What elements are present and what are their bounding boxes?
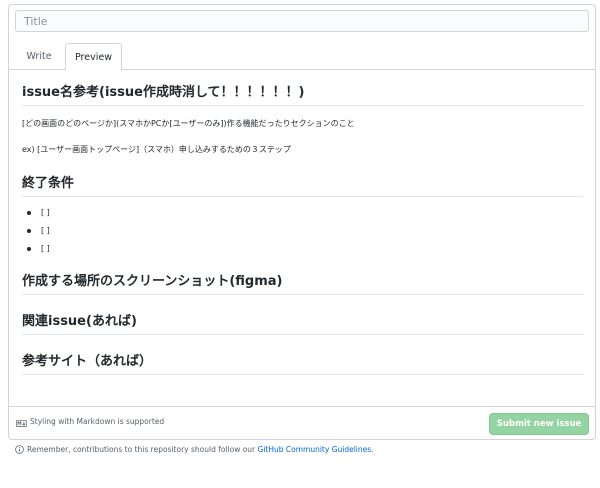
list-item: [ ] bbox=[22, 222, 583, 240]
preview-checklist: [ ] [ ] [ ] bbox=[22, 204, 583, 258]
new-issue-form: Write Preview issue名参考(issue作成時消して！！！！！！… bbox=[8, 4, 596, 440]
markdown-preview: issue名参考(issue作成時消して！！！！！！) [どの画面のどのページか… bbox=[22, 81, 583, 375]
preview-paragraph-2: ex) [ユーザー画面トップページ]（スマホ）申し込みするための３ステップ bbox=[22, 145, 291, 154]
tab-write[interactable]: Write bbox=[15, 43, 63, 70]
contribution-note: Remember, contributions to this reposito… bbox=[15, 445, 374, 459]
editor-tabs: Write Preview bbox=[9, 43, 595, 71]
contribution-note-end: . bbox=[371, 445, 374, 454]
list-item: [ ] bbox=[22, 240, 583, 258]
preview-heading-screenshot: 作成する場所のスクリーンショット(figma) bbox=[22, 270, 583, 295]
form-footer: Styling with Markdown is supported Submi… bbox=[9, 406, 595, 439]
issue-title-input[interactable] bbox=[15, 10, 589, 32]
preview-paragraph-1: [どの画面のどのページか](スマホかPCか[ユーザーのみ])作る機能だったりセク… bbox=[22, 119, 355, 128]
markdown-supported-link[interactable]: Styling with Markdown is supported bbox=[30, 417, 164, 426]
submit-new-issue-button[interactable]: Submit new issue bbox=[489, 413, 589, 435]
info-icon bbox=[15, 445, 24, 454]
contribution-note-text: Remember, contributions to this reposito… bbox=[27, 445, 256, 454]
tab-preview[interactable]: Preview bbox=[65, 43, 122, 71]
preview-heading-end-conditions: 終了条件 bbox=[22, 172, 583, 197]
list-item: [ ] bbox=[22, 204, 583, 222]
preview-heading-issue-name: issue名参考(issue作成時消して！！！！！！) bbox=[22, 81, 583, 106]
community-guidelines-link[interactable]: GitHub Community Guidelines bbox=[258, 445, 372, 454]
markdown-icon bbox=[16, 420, 27, 427]
preview-heading-related-issue: 関連issue(あれば) bbox=[22, 310, 583, 335]
preview-heading-reference-site: 参考サイト（あれば） bbox=[22, 350, 583, 375]
